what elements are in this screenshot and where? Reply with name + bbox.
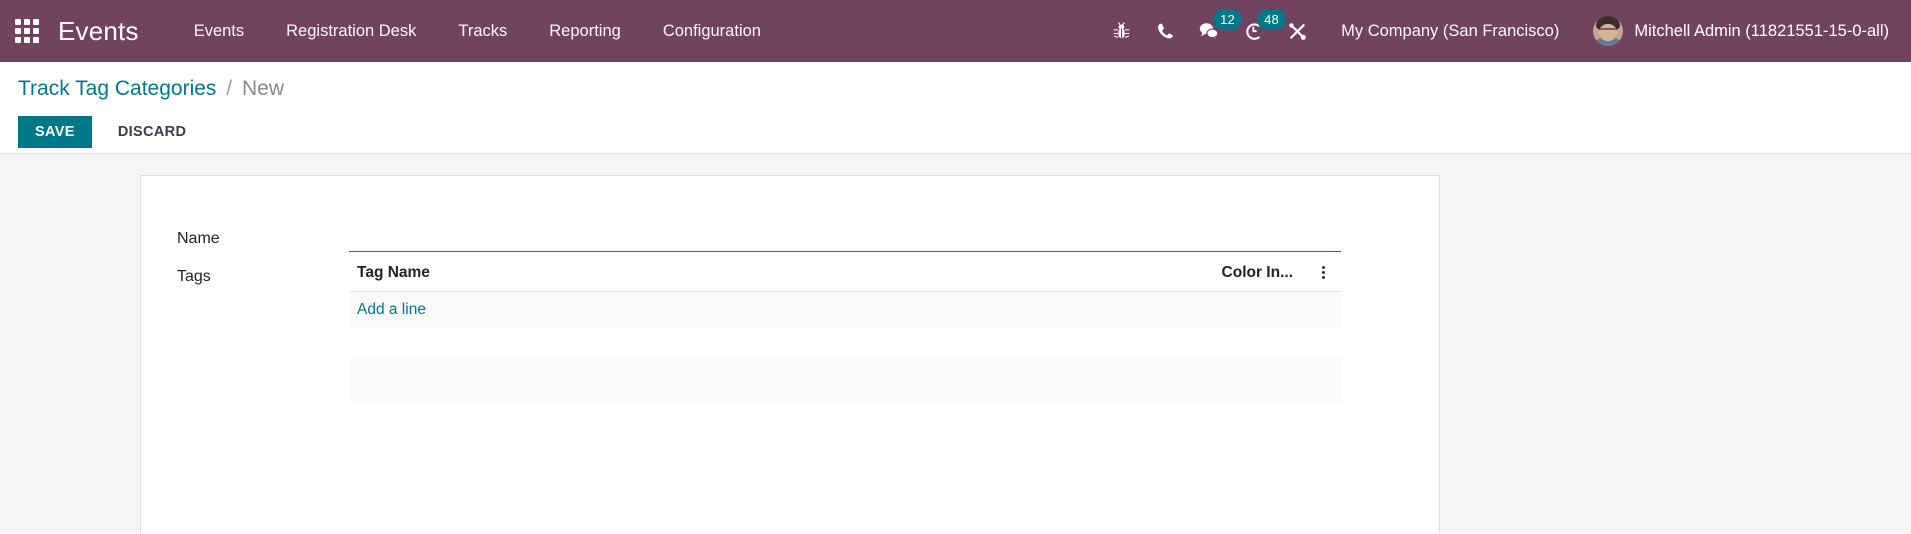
optional-columns-cell — [1301, 260, 1341, 292]
main-menu: Events Registration Desk Tracks Reportin… — [173, 0, 782, 62]
menu-item-configuration[interactable]: Configuration — [642, 0, 782, 62]
tags-label: Tags — [177, 260, 349, 288]
add-a-line-link[interactable]: Add a line — [357, 301, 426, 318]
discard-button[interactable]: DISCARD — [102, 116, 203, 148]
voip-phone-button[interactable] — [1143, 0, 1187, 62]
debug-bug-button[interactable] — [1099, 0, 1143, 62]
tags-value-cell: Tag Name Color In... — [349, 260, 1417, 402]
vertical-dots-icon[interactable] — [1317, 264, 1330, 281]
form-action-buttons: SAVE DISCARD — [0, 116, 1911, 148]
table-gap-row — [349, 328, 1341, 358]
menu-item-registration-desk[interactable]: Registration Desk — [265, 0, 437, 62]
messages-button[interactable]: 12 — [1187, 0, 1231, 62]
tags-table-head: Tag Name Color In... — [349, 260, 1341, 292]
column-header-color-index[interactable]: Color In... — [1111, 260, 1301, 292]
tags-one2many: Tag Name Color In... — [349, 260, 1341, 402]
apps-menu-toggle[interactable] — [10, 14, 44, 48]
name-value-cell — [349, 222, 1417, 252]
form-sheet: Name Tags Tag Name Color In... — [140, 175, 1440, 533]
column-header-tag-name[interactable]: Tag Name — [349, 260, 1111, 292]
breadcrumb-root[interactable]: Track Tag Categories — [18, 77, 216, 100]
name-input[interactable] — [349, 222, 1341, 252]
user-name-label: Mitchell Admin (11821551-15-0-all) — [1634, 22, 1889, 41]
breadcrumb-current: New — [242, 77, 284, 100]
navbar-systray: 12 48 My Company (San Francisco) — [1099, 0, 1889, 62]
menu-item-reporting[interactable]: Reporting — [528, 0, 642, 62]
apps-grid-icon — [15, 19, 39, 43]
form-fields: Name Tags Tag Name Color In... — [141, 222, 1439, 402]
tools-wrench-icon — [1288, 22, 1307, 41]
table-header-row: Tag Name Color In... — [349, 260, 1341, 292]
breadcrumb: Track Tag Categories / New — [0, 76, 1911, 102]
field-row-tags: Tags Tag Name Color In... — [177, 260, 1417, 402]
save-button[interactable]: SAVE — [18, 116, 92, 148]
phone-icon — [1157, 22, 1174, 40]
tools-button[interactable] — [1275, 0, 1319, 62]
field-row-name: Name — [177, 222, 1417, 252]
control-panel: Track Tag Categories / New SAVE DISCARD — [0, 62, 1911, 154]
user-menu[interactable]: Mitchell Admin (11821551-15-0-all) — [1575, 16, 1889, 46]
avatar — [1593, 16, 1623, 46]
name-label: Name — [177, 222, 349, 250]
tags-table-body: Add a line — [349, 292, 1341, 403]
menu-item-tracks[interactable]: Tracks — [437, 0, 528, 62]
bug-icon — [1113, 22, 1130, 40]
add-a-line-row[interactable]: Add a line — [349, 292, 1341, 329]
add-a-line-cell: Add a line — [349, 292, 1341, 329]
company-switcher[interactable]: My Company (San Francisco) — [1319, 22, 1575, 41]
breadcrumb-separator: / — [226, 77, 232, 100]
tags-table: Tag Name Color In... — [349, 260, 1341, 402]
table-footer-row — [349, 358, 1341, 402]
form-content-area: Name Tags Tag Name Color In... — [0, 154, 1911, 533]
activities-button[interactable]: 48 — [1231, 0, 1275, 62]
menu-item-events[interactable]: Events — [173, 0, 265, 62]
app-brand-events[interactable]: Events — [58, 16, 139, 47]
top-navbar: Events Events Registration Desk Tracks R… — [0, 0, 1911, 62]
